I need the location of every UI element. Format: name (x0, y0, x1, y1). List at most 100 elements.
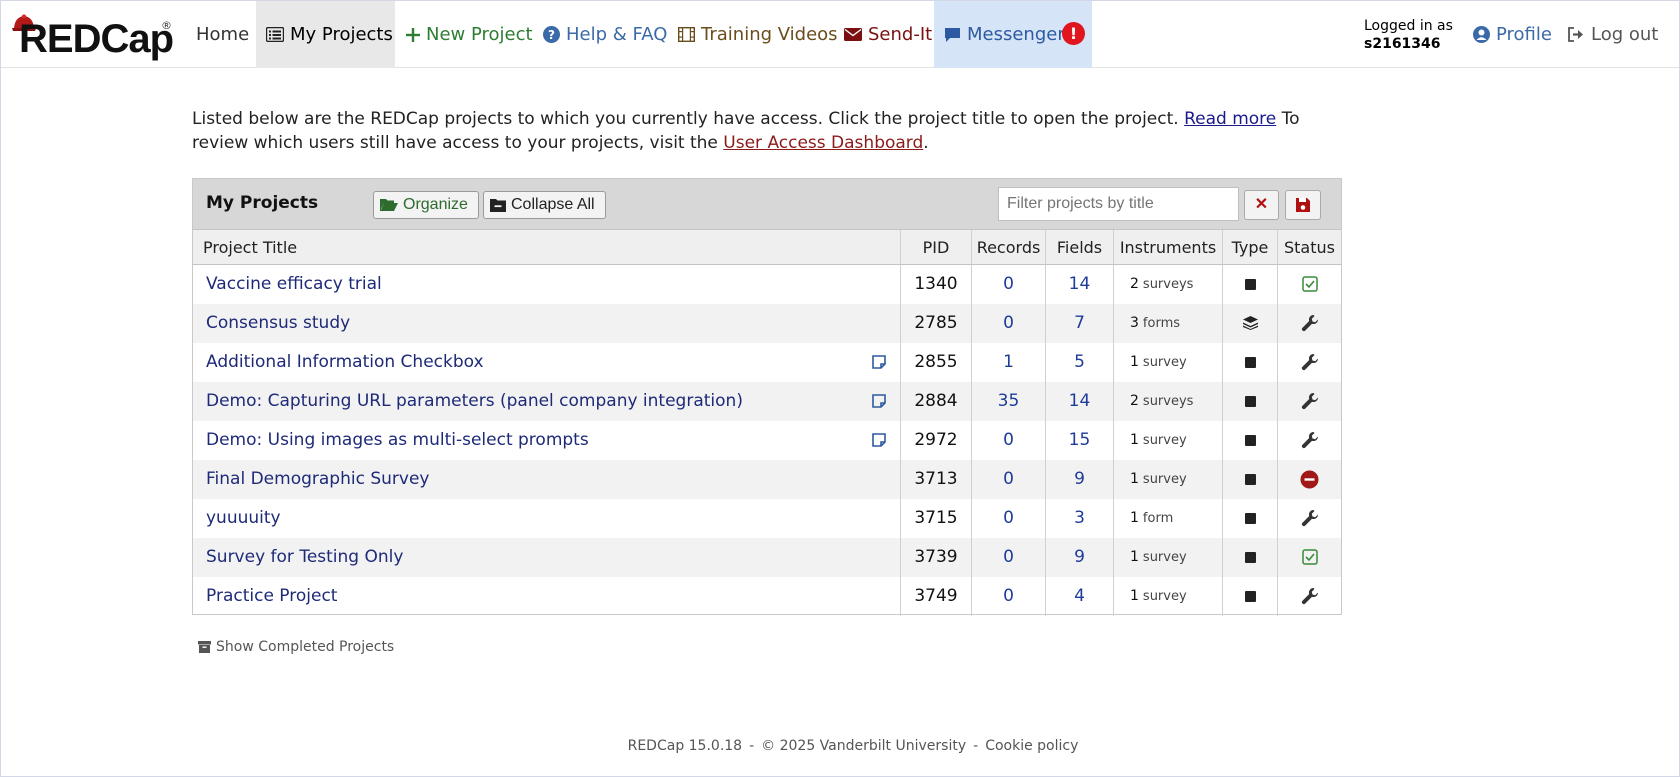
filter-projects-input[interactable] (998, 187, 1239, 221)
plus-icon (406, 27, 420, 42)
nav-profile[interactable]: Profile (1473, 1, 1552, 68)
project-status (1278, 343, 1341, 382)
table-row: Final Demographic Survey 3713 0 9 1 survey (193, 460, 1341, 499)
project-title-cell: Additional Information Checkbox (193, 343, 901, 382)
read-more-link[interactable]: Read more (1184, 109, 1276, 129)
classic-project-icon (1244, 278, 1256, 290)
classic-project-icon (1244, 434, 1256, 446)
folder-open-icon (380, 199, 398, 211)
project-note-icon[interactable] (872, 394, 886, 408)
col-pid[interactable]: PID (901, 230, 972, 264)
project-instruments: 1 survey (1114, 421, 1223, 460)
page-footer: REDCap 15.0.18- © 2025 Vanderbilt Univers… (1, 738, 1680, 754)
project-title-link[interactable]: Practice Project (206, 586, 337, 606)
cookie-policy-link[interactable]: Cookie policy (985, 738, 1078, 754)
nav-home[interactable]: Home (196, 1, 249, 68)
project-fields: 14 (1046, 265, 1114, 304)
project-records: 0 (972, 304, 1046, 343)
nav-my-projects-label: My Projects (290, 23, 393, 45)
classic-project-icon (1244, 512, 1256, 524)
wrench-icon (1301, 393, 1318, 410)
col-project-title[interactable]: Project Title (193, 230, 901, 264)
username: s2161346 (1364, 36, 1441, 52)
check-square-icon (1301, 549, 1318, 566)
project-note-icon[interactable] (872, 355, 886, 369)
project-status (1278, 538, 1341, 577)
envelope-icon (844, 28, 862, 41)
chat-bubble-icon (945, 27, 960, 42)
instrument-count: 1 (1130, 471, 1139, 488)
clear-filter-button[interactable]: ✕ (1244, 190, 1279, 220)
project-pid: 2855 (901, 343, 972, 382)
table-row: Demo: Capturing URL parameters (panel co… (193, 382, 1341, 421)
nav-training-label: Training Videos (701, 23, 838, 45)
project-title-link[interactable]: Demo: Capturing URL parameters (panel co… (206, 391, 743, 411)
project-title-link[interactable]: Final Demographic Survey (206, 469, 429, 489)
nav-my-projects[interactable]: My Projects (256, 1, 395, 68)
col-records[interactable]: Records (972, 230, 1046, 264)
nav-logout-label: Log out (1591, 23, 1659, 45)
project-records: 0 (972, 460, 1046, 499)
project-type (1223, 382, 1278, 421)
close-icon: ✕ (1254, 196, 1269, 213)
nav-training-videos[interactable]: Training Videos (678, 1, 838, 68)
project-records: 0 (972, 265, 1046, 304)
project-title-cell: Practice Project (193, 577, 901, 616)
table-row: Additional Information Checkbox 2855 1 5 1 su… (193, 343, 1341, 382)
col-fields[interactable]: Fields (1046, 230, 1114, 264)
user-access-dashboard-link[interactable]: User Access Dashboard (723, 133, 923, 153)
project-fields: 7 (1046, 304, 1114, 343)
archive-box-icon (198, 641, 211, 653)
intro-text-3: . (923, 133, 929, 153)
table-row: Consensus study 2785 0 7 3 forms (193, 304, 1341, 343)
projects-table-columns: Project Title PID Records Fields Instrum… (193, 230, 1341, 265)
redcap-logo[interactable]: REDCap ® (11, 11, 181, 61)
project-pid: 2884 (901, 382, 972, 421)
classic-project-icon (1244, 356, 1256, 368)
col-instruments[interactable]: Instruments (1114, 230, 1223, 264)
instrument-kind: survey (1142, 432, 1187, 448)
project-title-link[interactable]: Additional Information Checkbox (206, 352, 484, 372)
instrument-count: 1 (1130, 588, 1139, 605)
nav-send-it[interactable]: Send-It (844, 1, 932, 68)
project-type (1223, 538, 1278, 577)
projects-table: My Projects Organize Collapse All ✕ Proj… (192, 178, 1342, 616)
col-type[interactable]: Type (1223, 230, 1278, 264)
project-title-link[interactable]: Demo: Using images as multi-select promp… (206, 430, 589, 450)
nav-logout[interactable]: Log out (1568, 1, 1658, 68)
project-title-link[interactable]: Consensus study (206, 313, 350, 333)
show-completed-label: Show Completed Projects (216, 639, 395, 655)
project-title-cell: Consensus study (193, 304, 901, 343)
instrument-kind: forms (1142, 315, 1181, 331)
project-pid: 3739 (901, 538, 972, 577)
organize-button[interactable]: Organize (373, 191, 479, 219)
project-instruments: 1 survey (1114, 343, 1223, 382)
projects-table-header: My Projects Organize Collapse All ✕ (193, 179, 1341, 230)
project-fields: 9 (1046, 460, 1114, 499)
project-instruments: 2 surveys (1114, 382, 1223, 421)
col-status[interactable]: Status (1278, 230, 1341, 264)
table-row: Vaccine efficacy trial 1340 0 14 2 surveys (193, 265, 1341, 304)
project-title-link[interactable]: yuuuuity (206, 508, 281, 528)
project-note-icon[interactable] (872, 433, 886, 447)
show-completed-projects-link[interactable]: Show Completed Projects (198, 639, 394, 655)
nav-new-project[interactable]: New Project (406, 1, 533, 68)
footer-separator: - (973, 738, 979, 754)
project-status (1278, 265, 1341, 304)
project-status (1278, 382, 1341, 421)
project-fields: 15 (1046, 421, 1114, 460)
project-pid: 3713 (901, 460, 972, 499)
instrument-count: 2 (1130, 393, 1139, 410)
nav-help-faq[interactable]: ? Help & FAQ (543, 1, 667, 68)
collapse-all-button[interactable]: Collapse All (483, 191, 606, 219)
project-instruments: 1 survey (1114, 460, 1223, 499)
check-square-icon (1301, 276, 1318, 293)
project-fields: 14 (1046, 382, 1114, 421)
project-title-link[interactable]: Vaccine efficacy trial (206, 274, 382, 294)
instrument-kind: surveys (1142, 393, 1194, 409)
project-title-link[interactable]: Survey for Testing Only (206, 547, 403, 567)
save-filter-button[interactable] (1285, 190, 1321, 220)
logo-registered-mark: ® (161, 19, 172, 32)
nav-messenger-label: Messenger (967, 23, 1065, 45)
question-circle-icon: ? (543, 26, 560, 43)
